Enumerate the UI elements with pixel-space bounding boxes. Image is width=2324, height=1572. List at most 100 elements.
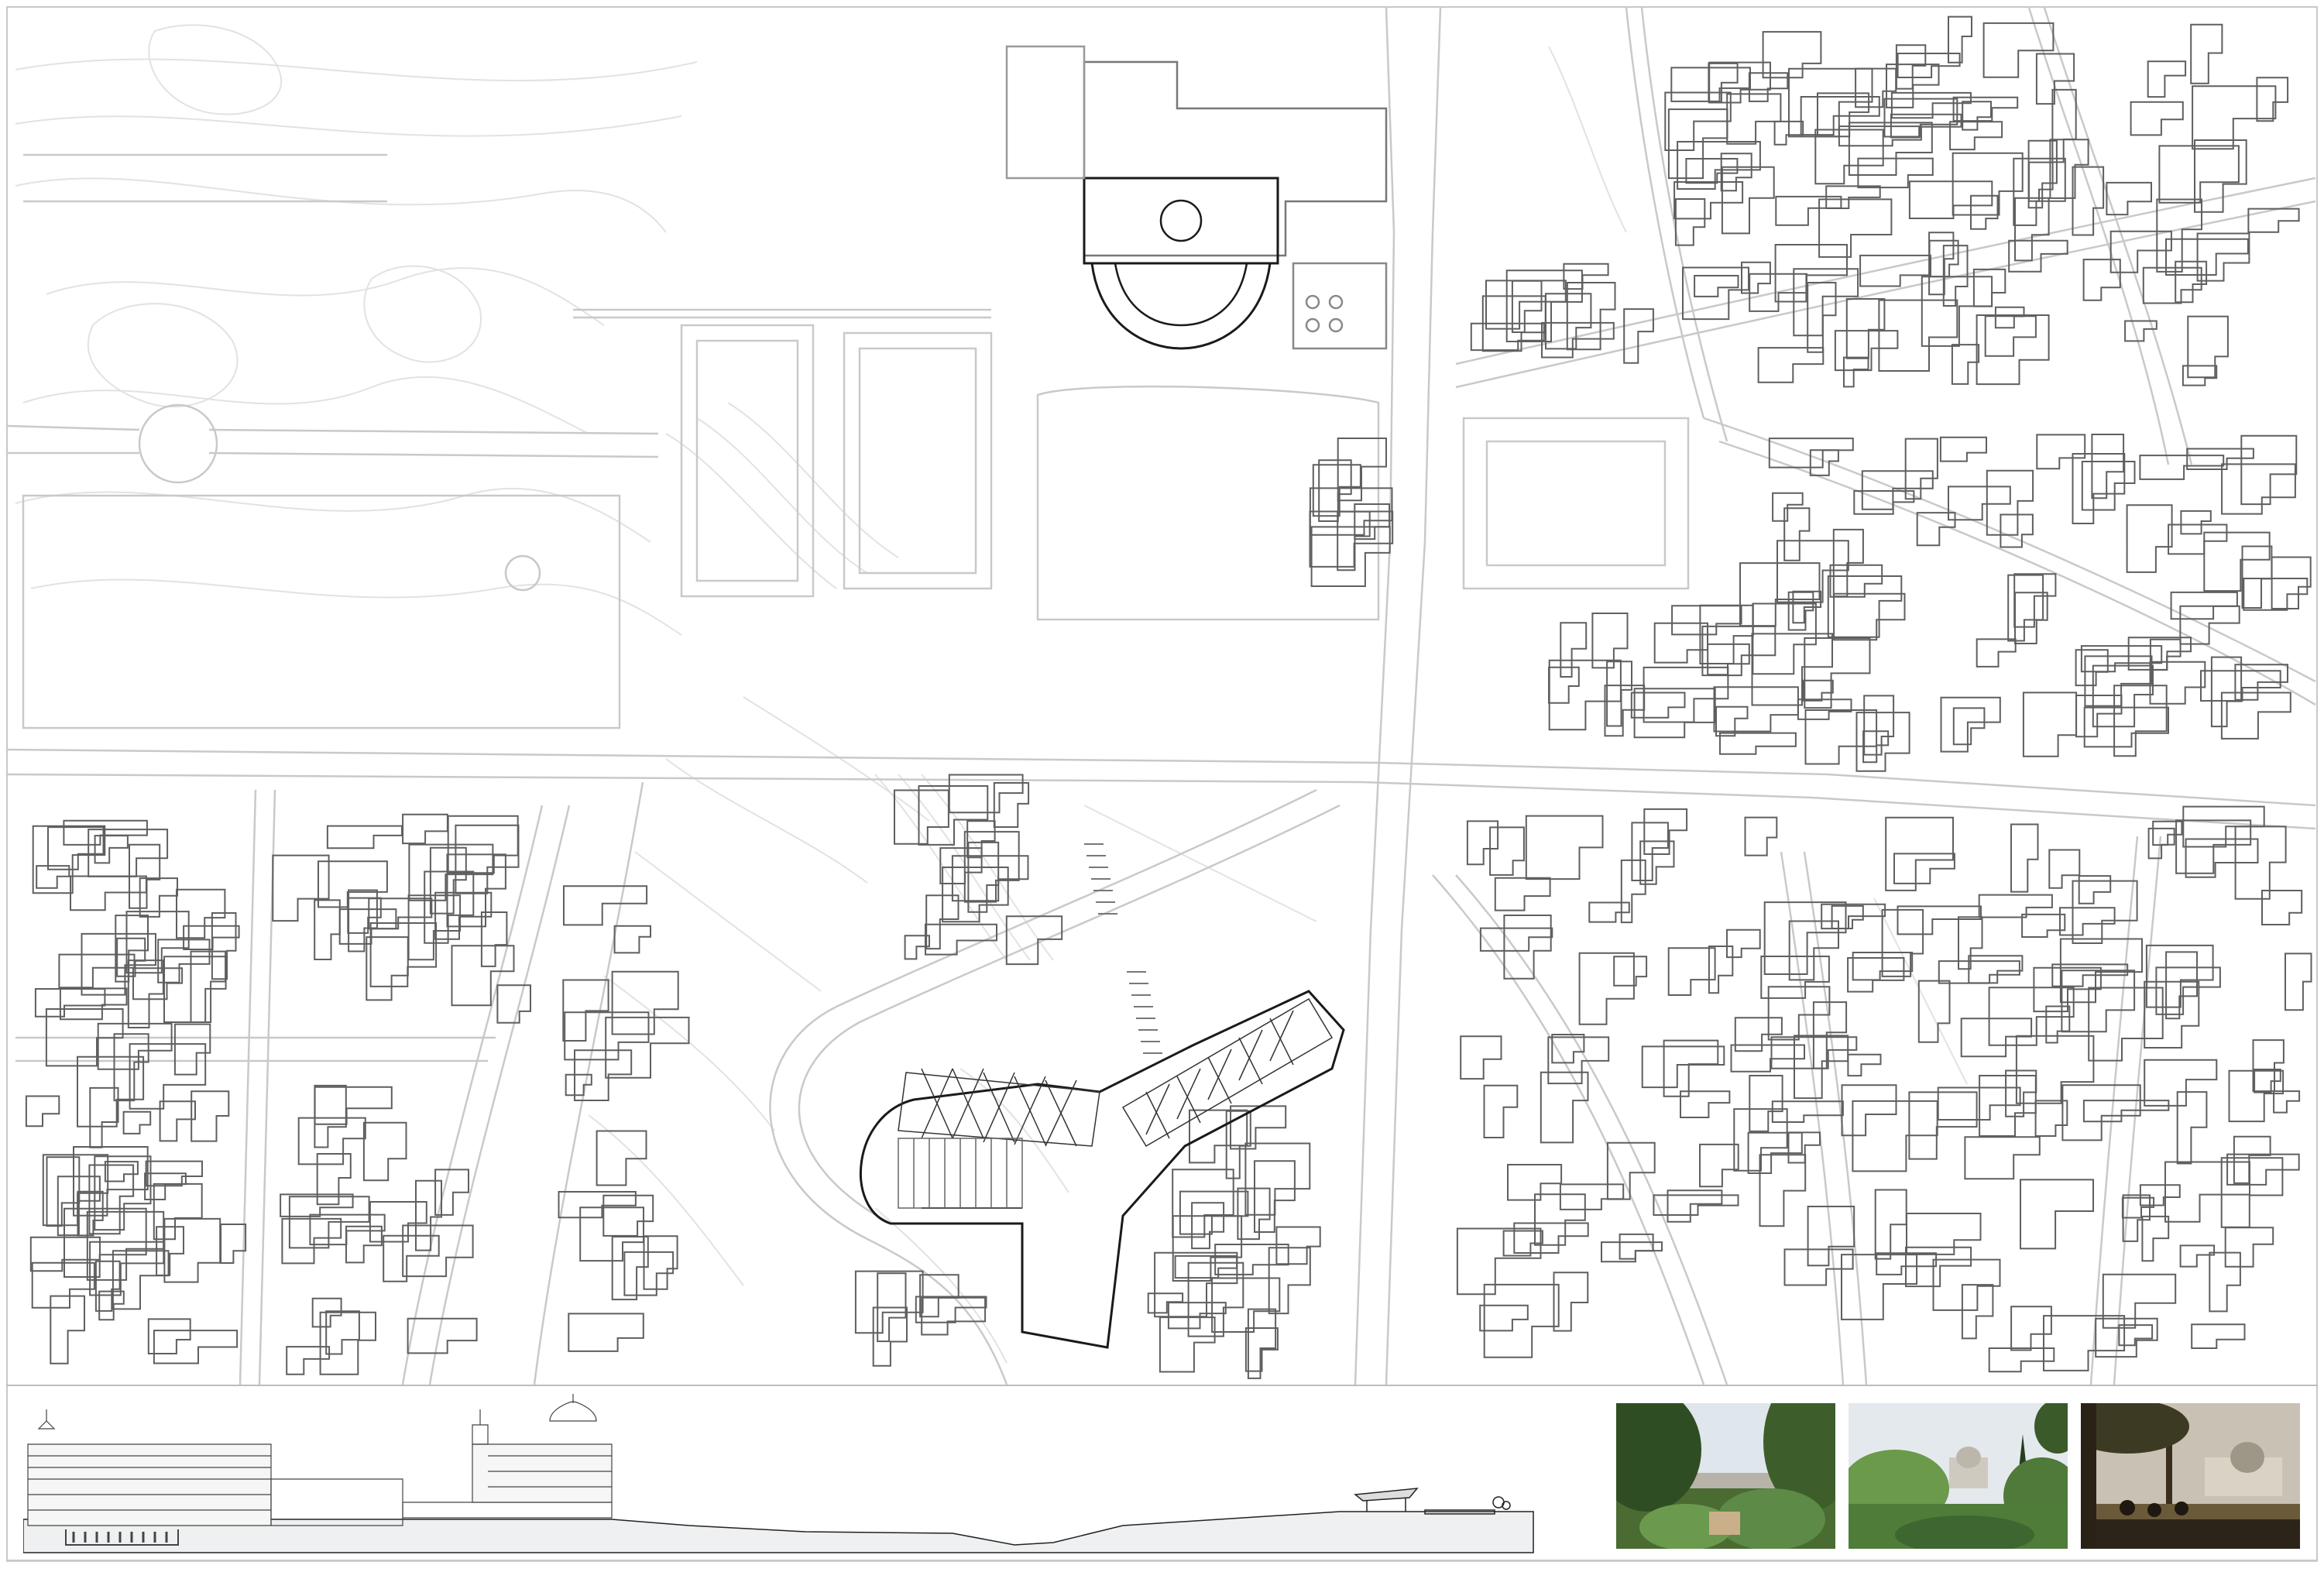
building-footprint [2061, 1084, 2141, 1141]
building-footprint [1460, 1035, 1502, 1080]
building-footprint [2149, 661, 2206, 705]
building-footprint [1960, 1018, 2033, 1058]
building-footprint [2233, 1135, 2271, 1184]
sheet-bottom-rule [6, 1561, 2318, 1562]
building-footprint [116, 937, 146, 977]
building-footprint [402, 813, 448, 845]
building-footprint [2028, 161, 2054, 202]
building-footprint [1760, 956, 1830, 999]
pavilion-elevation [1354, 1488, 1511, 1515]
crosswalk [1084, 843, 1162, 1054]
building-footprint [1962, 101, 1992, 131]
building-footprint [2010, 823, 2039, 893]
building-footprint [2190, 23, 2223, 84]
building-footprint [1525, 815, 1604, 880]
building-footprint [2256, 77, 2289, 122]
building-footprint [2261, 890, 2303, 925]
building-footprint [1511, 280, 1543, 333]
building-footprint [286, 1346, 331, 1375]
building-footprint [1772, 492, 1804, 522]
building-footprint [915, 1296, 987, 1323]
building-footprint [563, 885, 648, 926]
building-footprint [1502, 1230, 1543, 1257]
building-footprint [562, 979, 609, 1042]
building-footprint [1268, 1247, 1311, 1315]
site-plan-map [7, 7, 2316, 1385]
building-footprint [2224, 1227, 2274, 1268]
building-footprint [1802, 679, 1834, 702]
building-footprint [1354, 503, 1391, 541]
building-footprint [64, 1207, 147, 1278]
building-footprint [2078, 875, 2112, 904]
building-footprint [1751, 633, 1833, 706]
building-footprint [368, 898, 433, 930]
building-footprint [2141, 1215, 2170, 1262]
building-footprint [191, 1090, 230, 1142]
building-footprint [939, 847, 983, 884]
building-footprint [1951, 344, 1980, 385]
building-footprint [1972, 268, 2006, 307]
building-footprint [115, 915, 149, 983]
building-footprint [1730, 1044, 1805, 1073]
building-footprint [564, 1011, 650, 1061]
building-footprint [1970, 194, 1999, 230]
building-footprint [2147, 60, 2187, 98]
building-footprint [366, 936, 409, 1001]
site-photo-park-skyline [1616, 1403, 1835, 1549]
project-canopy [859, 843, 1345, 1349]
building-footprint [190, 950, 227, 1023]
building-footprint [1938, 960, 2020, 984]
building-footprint [1485, 280, 1567, 330]
building-footprint [1788, 920, 1839, 981]
building-footprint [1588, 901, 1630, 923]
building-footprint [2007, 574, 2044, 642]
building-footprint [1734, 1017, 1783, 1052]
building-footprint [1767, 986, 1831, 1041]
building-footprint [2210, 656, 2243, 728]
building-footprint [1878, 299, 1958, 372]
building-footprint [2152, 820, 2183, 846]
building-footprint [1191, 1202, 1225, 1250]
building-footprint [2088, 987, 2164, 1062]
building-footprint [1908, 1091, 1978, 1160]
building-footprint [2158, 145, 2240, 204]
site-photo-terrace-sunset [2081, 1403, 2300, 1549]
building-footprint [1908, 180, 1993, 219]
building-footprint [1623, 308, 1654, 364]
building-footprint [362, 1121, 407, 1182]
building-footprint [211, 912, 237, 980]
building-footprint [2165, 951, 2198, 1020]
building-footprint [88, 1164, 135, 1235]
building-footprint [611, 1236, 649, 1301]
building-footprint [2180, 510, 2212, 535]
building-footprint [1685, 158, 1739, 184]
building-footprint [1708, 62, 1739, 103]
building-footprint [2139, 455, 2225, 480]
building-footprint [2196, 232, 2250, 282]
building-footprint [1807, 282, 1837, 353]
building-footprint [1244, 1327, 1279, 1372]
building-footprint [25, 1095, 60, 1128]
building-footprint [1968, 955, 2024, 984]
building-footprint [2008, 239, 2068, 273]
building-footprint [1821, 903, 1886, 930]
building-footprint [153, 1330, 239, 1364]
building-footprint [50, 1295, 85, 1364]
building-footprint [2220, 1157, 2284, 1228]
building-footprint [2176, 1091, 2208, 1165]
building-footprint [2081, 461, 2136, 511]
building-footprint [2247, 208, 2300, 233]
building-footprint [1843, 356, 1869, 388]
building-footprint [163, 956, 227, 1023]
building-footprint [1503, 915, 1552, 980]
building-footprint [1895, 44, 1927, 90]
building-footprint [1578, 952, 1635, 1025]
building-footprint [496, 984, 531, 1024]
building-footprint [918, 785, 989, 846]
building-footprint [1674, 198, 1706, 246]
building-footprint [2254, 1069, 2281, 1093]
building-footprint [1606, 1141, 1656, 1200]
building-footprint [2020, 1179, 2094, 1250]
building-footprint [1762, 31, 1822, 79]
building-footprint [1917, 980, 1951, 1043]
